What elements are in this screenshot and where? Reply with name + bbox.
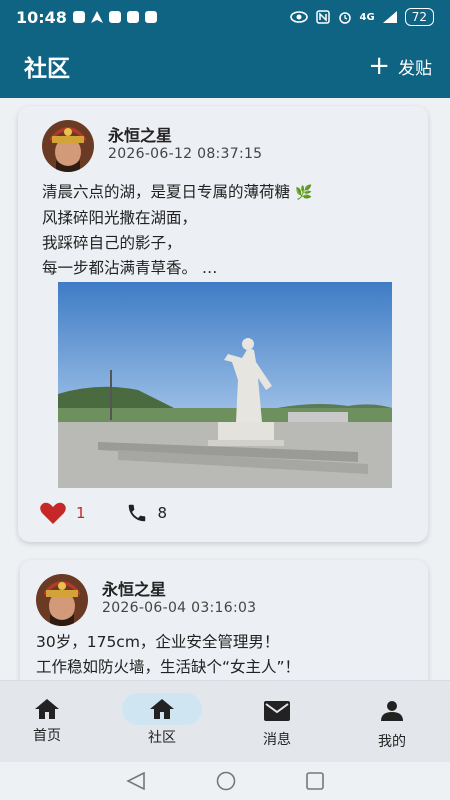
nav-messages[interactable]: 消息 (227, 681, 327, 763)
network-type: 4G (359, 11, 375, 23)
post-line: 清晨六点的湖，是夏日专属的薄荷糖 (42, 183, 291, 201)
avatar[interactable] (36, 574, 88, 626)
new-post-button[interactable]: + 发贴 (368, 53, 432, 79)
post-line: 每一步都沾满青草香。 … (42, 259, 218, 277)
tiktok-icon (126, 11, 139, 23)
tiktok-icon (108, 11, 121, 23)
plus-icon: + (368, 51, 390, 81)
recents-icon[interactable] (306, 772, 324, 790)
home-icon (35, 699, 59, 719)
like-button[interactable]: 1 (40, 502, 86, 524)
status-time: 10:48 (16, 7, 67, 27)
post-line: 风揉碎阳光撒在湖面， (42, 209, 198, 227)
nav-profile-label: 我的 (378, 734, 406, 750)
home-circle-icon[interactable] (216, 771, 236, 791)
heart-icon (40, 502, 66, 524)
battery-icon: 72 (404, 8, 434, 26)
alarm-icon (338, 12, 351, 24)
post-content[interactable]: 30岁，175cm，企业安全管理男！ 工作稳如防火墙，生活缺个“女主人”！ (36, 630, 300, 680)
bottom-nav: 首页 社区 消息 我的 (0, 680, 450, 763)
post-card[interactable]: 永恒之星 2026-06-12 08:37:15 清晨六点的湖，是夏日专属的薄荷… (18, 106, 428, 542)
post-username[interactable]: 永恒之星 (108, 122, 172, 146)
nav-home[interactable]: 首页 (0, 681, 97, 763)
call-button[interactable]: 8 (126, 502, 168, 524)
nfc-icon (315, 10, 330, 24)
leaf-icon: 🌿 (294, 185, 313, 201)
tiktok-icon (72, 11, 85, 23)
post-timestamp: 2026-06-12 08:37:15 (108, 146, 263, 162)
back-icon[interactable] (126, 772, 146, 790)
page-title: 社区 (24, 56, 70, 82)
navigation-icon (90, 11, 103, 23)
nav-community[interactable]: 社区 (112, 681, 212, 763)
mail-icon (264, 701, 290, 721)
post-timestamp: 2026-06-04 03:16:03 (102, 600, 257, 616)
tiktok-icon (144, 11, 157, 23)
post-line: 工作稳如防火墙，生活缺个“女主人”！ (36, 658, 301, 676)
post-actions: 1 8 (40, 502, 207, 524)
nav-home-label: 首页 (33, 728, 61, 744)
post-line: 我踩碎自己的影子， (42, 234, 182, 252)
post-username[interactable]: 永恒之星 (102, 576, 166, 600)
avatar[interactable] (42, 120, 94, 172)
person-icon (381, 701, 403, 721)
nav-active-indicator (122, 693, 202, 725)
system-nav-bar (0, 762, 450, 800)
post-feed[interactable]: 永恒之星 2026-06-12 08:37:15 清晨六点的湖，是夏日专属的薄荷… (0, 98, 450, 680)
new-post-label: 发贴 (398, 58, 432, 79)
post-image[interactable] (58, 282, 392, 488)
post-content[interactable]: 清晨六点的湖，是夏日专属的薄荷糖 🌿 风揉碎阳光撒在湖面， 我踩碎自己的影子， … (42, 180, 312, 281)
post-line: 30岁，175cm，企业安全管理男！ (36, 633, 280, 651)
status-bar: 10:48 4G 72 (0, 0, 450, 34)
phone-icon (128, 504, 145, 522)
app-bar: 社区 + 发贴 (0, 34, 450, 98)
call-count: 8 (157, 504, 168, 522)
nav-messages-label: 消息 (263, 732, 291, 748)
signal-icon (382, 11, 397, 23)
like-count: 1 (76, 504, 86, 522)
nav-profile[interactable]: 我的 (342, 681, 442, 763)
nav-community-label: 社区 (148, 730, 176, 746)
eye-icon (289, 11, 308, 23)
home-icon (150, 699, 174, 719)
post-card[interactable]: 永恒之星 2026-06-04 03:16:03 30岁，175cm，企业安全管… (20, 560, 428, 680)
